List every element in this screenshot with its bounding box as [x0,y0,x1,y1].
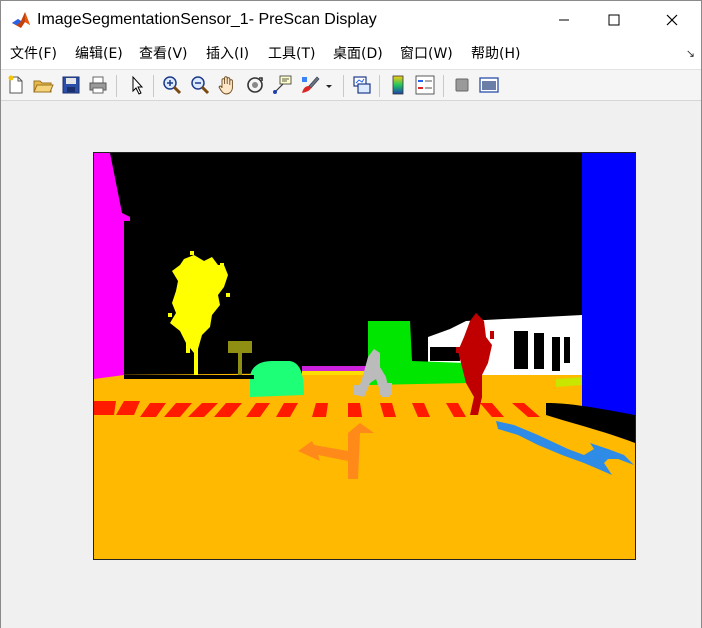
ground-edge [124,375,254,379]
insert-colorbar-icon[interactable] [387,74,409,96]
segmentation-scene [94,153,635,559]
menu-insert[interactable]: 插入(I) [206,45,249,63]
matlab-icon [11,10,31,30]
zoom-out-icon[interactable] [189,74,211,96]
maximize-icon [608,14,620,26]
menu-window[interactable]: 窗口(W) [400,45,453,63]
brush-dropdown-icon[interactable] [323,74,335,96]
barrier-region [302,366,372,371]
menu-edit[interactable]: 编辑(E) [75,45,123,63]
show-plot-tools-icon[interactable] [478,74,500,96]
car-region [250,361,304,397]
menu-help[interactable]: 帮助(H) [471,45,520,63]
brush-icon[interactable] [299,74,321,96]
minimize-icon [559,19,569,21]
dock-arrow-icon[interactable]: ↘ [686,47,695,60]
menu-tools[interactable]: 工具(T) [268,45,315,63]
white-building-window [430,347,460,361]
new-figure-icon[interactable] [5,74,27,96]
pan-hand-icon[interactable] [216,74,238,96]
figure-canvas [1,102,701,628]
toolbar-separator [116,75,117,97]
segmentation-image[interactable] [93,152,636,560]
white-building-window [534,333,544,369]
link-plot-icon[interactable] [351,74,373,96]
select-pointer-icon[interactable] [126,74,148,96]
toolbar-separator [343,75,344,97]
barrier-region-lower [302,371,372,375]
toolbar-separator [153,75,154,97]
window-title: ImageSegmentationSensor_1- PreScan Displ… [37,11,377,28]
save-icon[interactable] [60,74,82,96]
close-button[interactable] [649,1,695,39]
rotate-3d-icon[interactable] [244,74,266,96]
road-region [94,371,635,559]
open-file-icon[interactable] [32,74,54,96]
close-icon [666,14,678,26]
minimize-button[interactable] [541,1,587,39]
zoom-in-icon[interactable] [161,74,183,96]
white-building-window [552,337,560,371]
menu-file[interactable]: 文件(F) [10,45,57,63]
toolbar-separator [443,75,444,97]
toolbar-separator [379,75,380,97]
data-cursor-icon[interactable] [271,74,293,96]
menu-view[interactable]: 查看(V) [139,45,188,63]
menu-bar: 文件(F) 编辑(E) 查看(V) 插入(I) 工具(T) 桌面(D) 窗口(W… [1,39,701,69]
menu-desktop[interactable]: 桌面(D) [333,45,383,63]
white-building-window [564,337,570,363]
maximize-button[interactable] [591,1,637,39]
figure-toolbar [1,69,701,101]
building-right-region [582,153,635,415]
print-icon[interactable] [87,74,109,96]
prescan-display-window: ImageSegmentationSensor_1- PreScan Displ… [0,0,702,628]
white-building-window [514,331,528,369]
insert-legend-icon[interactable] [414,74,436,96]
title-bar[interactable]: ImageSegmentationSensor_1- PreScan Displ… [1,1,701,39]
hide-plot-tools-icon[interactable] [451,74,473,96]
